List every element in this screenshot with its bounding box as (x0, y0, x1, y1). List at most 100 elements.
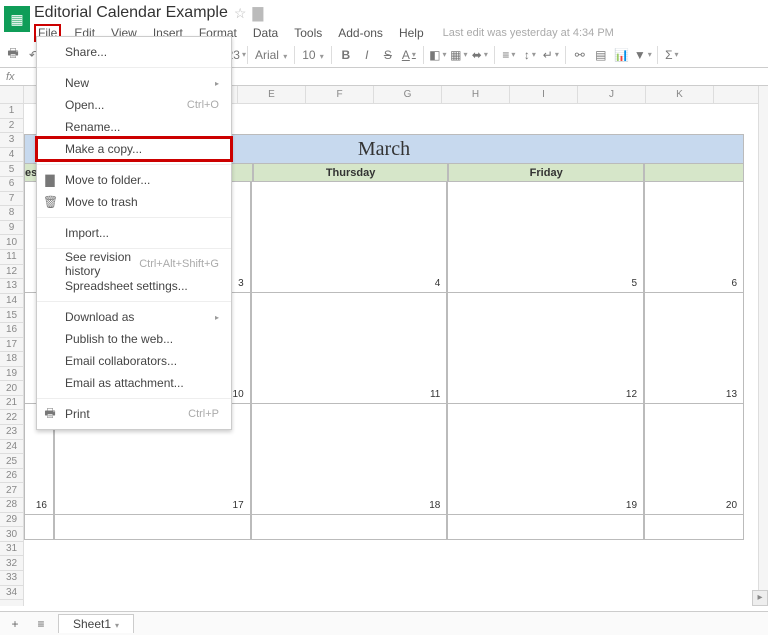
add-sheet-button[interactable]: + (6, 615, 24, 633)
row-header[interactable]: 27 (0, 483, 23, 498)
bold-button[interactable]: B (339, 48, 353, 62)
row-header[interactable]: 25 (0, 454, 23, 469)
dow-sat (644, 164, 744, 182)
row-header[interactable]: 33 (0, 571, 23, 586)
move-folder-icon[interactable]: ▇ (252, 5, 263, 22)
row-header[interactable]: 17 (0, 338, 23, 353)
date-cell[interactable]: 13 (644, 389, 744, 403)
column-header[interactable]: G (374, 86, 442, 103)
row-header[interactable]: 8 (0, 206, 23, 221)
all-sheets-button[interactable]: ≡ (32, 615, 50, 633)
print-icon[interactable]: 🖶 (6, 48, 20, 62)
row-header[interactable]: 15 (0, 308, 23, 323)
link-icon[interactable]: ⚯ (573, 48, 587, 62)
menu-move-to-trash[interactable]: 🗑Move to trash (37, 191, 231, 213)
comment-icon[interactable]: ▤ (594, 48, 608, 62)
menu-spreadsheet-settings[interactable]: Spreadsheet settings... (37, 275, 231, 297)
row-header[interactable]: 20 (0, 381, 23, 396)
borders-icon[interactable]: ▦ (452, 48, 466, 62)
date-cell[interactable]: 11 (251, 389, 448, 403)
row-header[interactable]: 19 (0, 367, 23, 382)
date-cell[interactable]: 20 (644, 500, 744, 514)
row-header[interactable]: 24 (0, 440, 23, 455)
date-cell[interactable]: 12 (447, 389, 644, 403)
menu-make-a-copy[interactable]: Make a copy... (37, 138, 231, 160)
chart-icon[interactable]: 📊 (615, 48, 629, 62)
menu-print[interactable]: 🖶PrintCtrl+P (37, 403, 231, 425)
star-icon[interactable]: ☆ (234, 5, 247, 22)
date-cell[interactable]: 18 (251, 500, 448, 514)
row-header[interactable]: 31 (0, 542, 23, 557)
menu-new[interactable]: New▸ (37, 72, 231, 94)
column-header[interactable]: F (306, 86, 374, 103)
menu-email-collaborators[interactable]: Email collaborators... (37, 350, 231, 372)
menu-open[interactable]: Open...Ctrl+O (37, 94, 231, 116)
date-cell[interactable]: 6 (644, 278, 744, 292)
menu-revision-history[interactable]: See revision historyCtrl+Alt+Shift+G (37, 253, 231, 275)
row-header[interactable]: 23 (0, 425, 23, 440)
row-header[interactable]: 16 (0, 323, 23, 338)
menu-tools[interactable]: Tools (291, 24, 325, 42)
row-header[interactable]: 11 (0, 250, 23, 265)
menu-data[interactable]: Data (250, 24, 281, 42)
row-header[interactable]: 28 (0, 498, 23, 513)
row-header[interactable]: 6 (0, 177, 23, 192)
row-header[interactable]: 34 (0, 586, 23, 601)
date-cell[interactable]: 5 (447, 278, 644, 292)
doc-title[interactable]: Editorial Calendar Example (34, 4, 228, 22)
menu-addons[interactable]: Add-ons (335, 24, 386, 42)
row-header[interactable]: 12 (0, 265, 23, 280)
row-header[interactable]: 7 (0, 192, 23, 207)
halign-icon[interactable]: ≡ (502, 48, 516, 62)
menu-move-to-folder[interactable]: ▇Move to folder... (37, 169, 231, 191)
text-color-button[interactable]: A (402, 48, 416, 62)
column-header[interactable]: I (510, 86, 578, 103)
sheet-tab-1[interactable]: Sheet1▾ (58, 614, 134, 633)
date-cell[interactable]: 4 (251, 278, 448, 292)
row-header[interactable]: 3 (0, 133, 23, 148)
scroll-right-button[interactable]: ▸ (752, 590, 768, 606)
sheets-logo-icon[interactable]: ▦ (4, 6, 30, 32)
menu-download-as[interactable]: Download as▸ (37, 306, 231, 328)
font-size-select[interactable]: 10 (302, 48, 324, 62)
row-header[interactable]: 9 (0, 221, 23, 236)
merge-icon[interactable]: ⬌ (473, 48, 487, 62)
row-header[interactable]: 26 (0, 469, 23, 484)
row-header[interactable]: 14 (0, 294, 23, 309)
menu-publish-web[interactable]: Publish to the web... (37, 328, 231, 350)
valign-icon[interactable]: ↕ (523, 48, 537, 62)
row-header[interactable]: 2 (0, 119, 23, 134)
row-header[interactable]: 4 (0, 148, 23, 163)
row-header[interactable]: 5 (0, 162, 23, 177)
date-cell[interactable]: 19 (447, 500, 644, 514)
date-cell[interactable]: 17 (54, 500, 251, 514)
row-header[interactable]: 18 (0, 352, 23, 367)
row-header[interactable]: 32 (0, 556, 23, 571)
row-header[interactable]: 22 (0, 410, 23, 425)
row-header[interactable]: 21 (0, 396, 23, 411)
row-header[interactable]: 29 (0, 513, 23, 528)
menu-email-attachment[interactable]: Email as attachment... (37, 372, 231, 394)
row-header[interactable]: 13 (0, 279, 23, 294)
filter-icon[interactable]: ▼ (636, 48, 650, 62)
menu-rename[interactable]: Rename... (37, 116, 231, 138)
menu-import[interactable]: Import... (37, 222, 231, 244)
font-select[interactable]: Arial (255, 48, 287, 62)
last-edit-text[interactable]: Last edit was yesterday at 4:34 PM (443, 27, 614, 39)
functions-icon[interactable]: Σ (665, 48, 679, 62)
row-header[interactable]: 1 (0, 104, 23, 119)
column-header[interactable]: H (442, 86, 510, 103)
menu-share[interactable]: Share... (37, 41, 231, 63)
row-header[interactable]: 10 (0, 235, 23, 250)
column-header[interactable]: J (578, 86, 646, 103)
row-header[interactable]: 30 (0, 527, 23, 542)
italic-button[interactable]: I (360, 48, 374, 62)
column-header[interactable]: K (646, 86, 714, 103)
select-all-corner[interactable] (0, 86, 23, 104)
fill-color-icon[interactable]: ◧ (431, 48, 445, 62)
strike-button[interactable]: S (381, 48, 395, 62)
column-header[interactable]: E (238, 86, 306, 103)
wrap-icon[interactable]: ↵ (544, 48, 558, 62)
date-cell[interactable]: 16 (24, 500, 54, 514)
menu-help[interactable]: Help (396, 24, 427, 42)
